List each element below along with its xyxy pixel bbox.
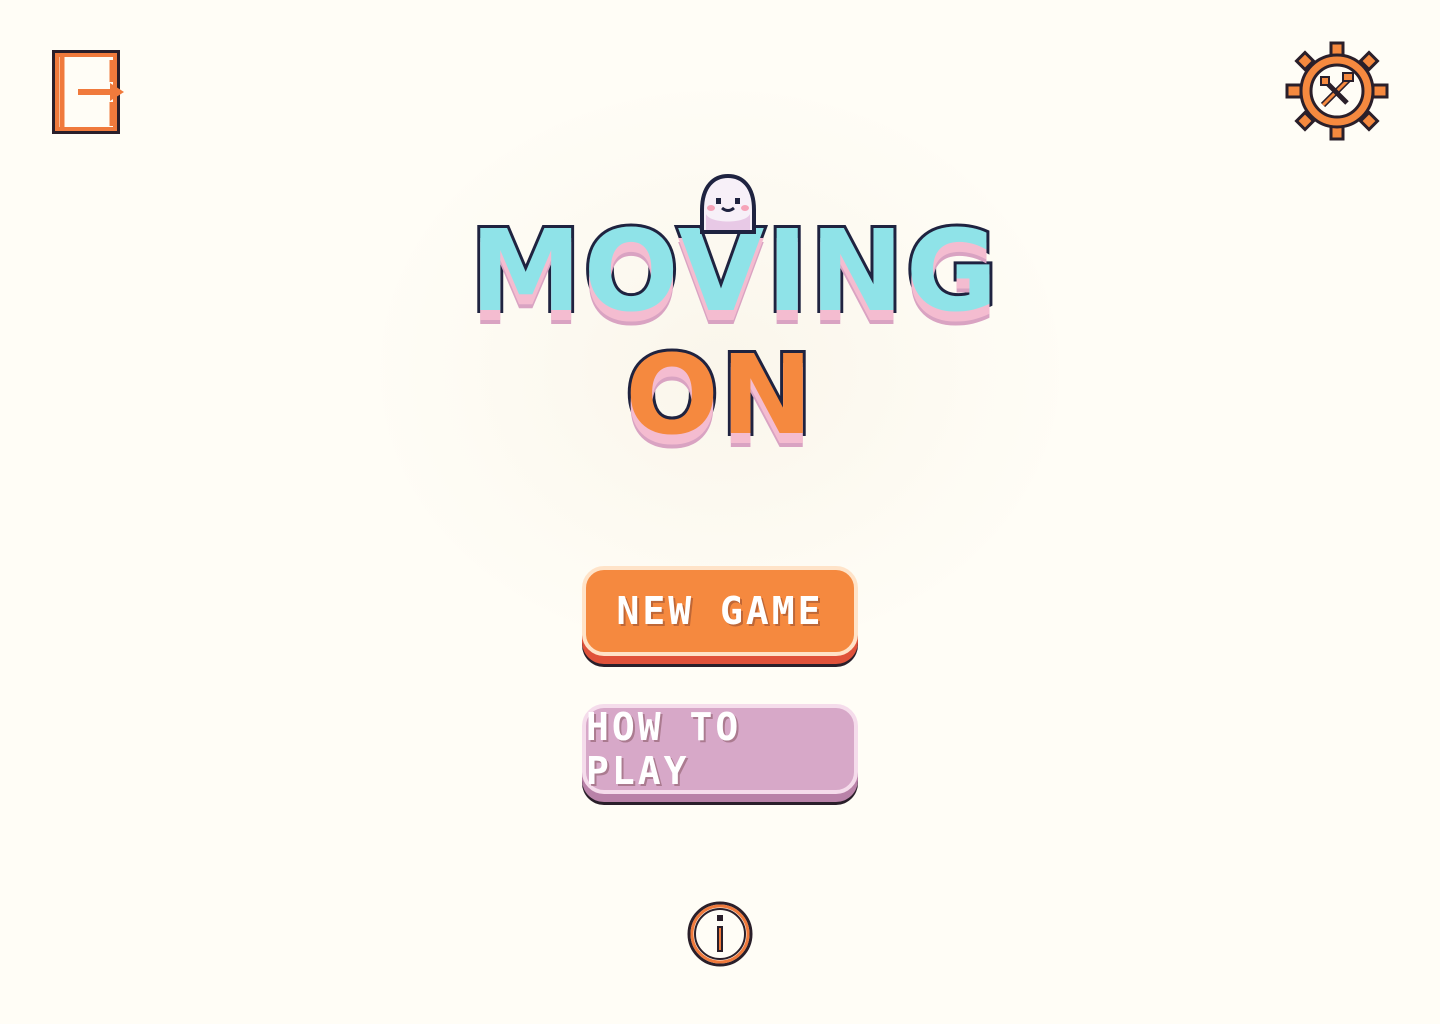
ghost-mascot-icon xyxy=(700,173,756,234)
main-menu-screen: MOVING ON NEW GAME HOW TO PLAY xyxy=(0,0,1440,1024)
settings-gear-icon xyxy=(1285,41,1389,141)
exit-button[interactable] xyxy=(46,44,130,138)
title-line-on: ON xyxy=(622,331,816,459)
how-to-play-button[interactable]: HOW TO PLAY xyxy=(582,704,858,794)
game-logo: MOVING ON xyxy=(467,160,1001,470)
info-button[interactable] xyxy=(684,898,756,970)
new-game-label: NEW GAME xyxy=(616,589,824,633)
exit-door-icon xyxy=(52,50,124,134)
new-game-button[interactable]: NEW GAME xyxy=(582,566,858,656)
settings-button[interactable] xyxy=(1284,40,1390,142)
how-to-play-label: HOW TO PLAY xyxy=(586,705,742,793)
info-icon xyxy=(687,901,753,967)
